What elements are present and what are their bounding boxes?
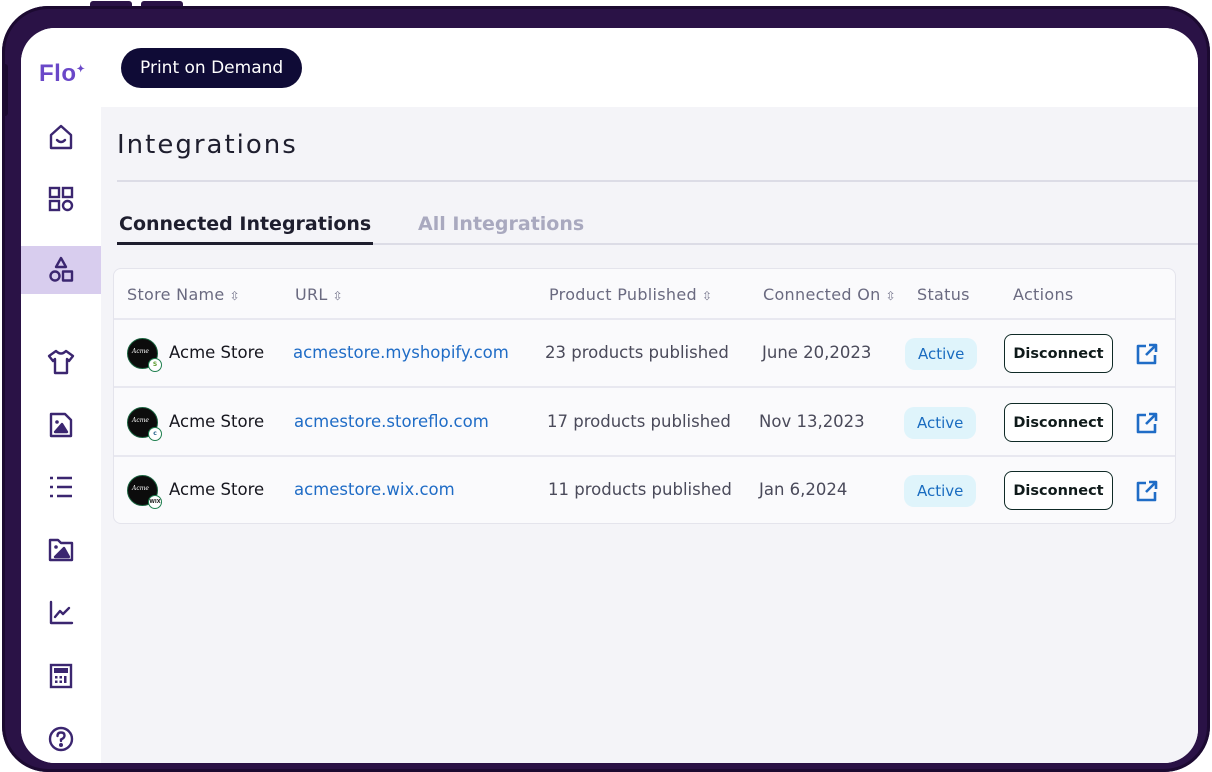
sidebar-item-integrations[interactable] xyxy=(21,246,101,294)
connected-on-date: Nov 13,2023 xyxy=(759,412,865,431)
logo[interactable]: Flo✦ xyxy=(39,60,85,88)
chart-icon xyxy=(49,600,74,625)
sort-icon: ⇳ xyxy=(332,289,344,303)
sort-icon: ⇳ xyxy=(885,289,896,303)
main-content: Integrations Connected Integrations All … xyxy=(101,107,1198,763)
column-header-actions: Actions xyxy=(1013,285,1074,304)
sidebar-item-help[interactable] xyxy=(21,715,101,763)
avatar-text: Acme xyxy=(132,417,149,424)
page-title: Integrations xyxy=(117,130,298,160)
sort-icon: ⇳ xyxy=(701,289,713,303)
list-icon xyxy=(50,476,72,498)
disconnect-button[interactable]: Disconnect xyxy=(1004,471,1113,510)
column-label: URL xyxy=(295,285,328,304)
folder-image-icon xyxy=(48,538,74,562)
external-link-icon[interactable] xyxy=(1135,479,1159,503)
sidebar-item-media[interactable] xyxy=(21,526,101,574)
status-badge: Active xyxy=(904,407,977,439)
products-published: 11 products published xyxy=(548,480,732,499)
storeflo-icon: c xyxy=(148,427,162,441)
sidebar-item-calculator[interactable] xyxy=(21,652,101,700)
avatar-text: Acme xyxy=(132,485,149,492)
external-link-icon[interactable] xyxy=(1135,342,1159,366)
column-label: Connected On xyxy=(763,285,881,304)
sidebar-item-designs[interactable] xyxy=(21,401,101,449)
column-label: Store Name xyxy=(127,285,225,304)
store-name: Acme Store xyxy=(169,343,265,362)
shapes-icon xyxy=(49,256,74,282)
store-url-link[interactable]: acmestore.myshopify.com xyxy=(293,320,509,386)
store-avatar: Acme S xyxy=(127,338,162,372)
column-header-connected-on[interactable]: Connected On ⇳ xyxy=(763,269,896,320)
sort-icon: ⇳ xyxy=(229,289,240,303)
store-name: Acme Store xyxy=(169,480,265,499)
column-header-store-name[interactable]: Store Name ⇳ xyxy=(127,269,240,320)
store-name: Acme Store xyxy=(169,412,265,431)
sidebar-item-dashboard[interactable] xyxy=(21,175,101,223)
status-badge: Active xyxy=(904,475,977,507)
connected-on-date: Jan 6,2024 xyxy=(759,480,848,499)
avatar-text: Acme xyxy=(132,348,149,355)
image-file-icon xyxy=(49,412,73,438)
help-icon xyxy=(48,726,74,752)
external-link-icon[interactable] xyxy=(1135,411,1159,435)
device-side-button xyxy=(2,64,8,116)
sidebar-item-analytics[interactable] xyxy=(21,589,101,637)
column-header-status: Status xyxy=(917,285,970,304)
table-header: Store Name ⇳ URL ⇳ Product Published ⇳ Conn… xyxy=(114,269,1175,320)
tshirt-icon xyxy=(47,349,75,375)
tab-connected-integrations[interactable]: Connected Integrations xyxy=(117,203,374,245)
wix-icon: WIX xyxy=(148,495,162,509)
connected-on-date: June 20,2023 xyxy=(762,343,872,362)
store-avatar: Acme c xyxy=(127,407,162,441)
column-header-url[interactable]: URL ⇳ xyxy=(295,269,343,320)
sidebar-item-home[interactable] xyxy=(21,113,101,161)
divider xyxy=(117,180,1198,182)
tab-all-integrations[interactable]: All Integrations xyxy=(418,203,584,245)
logo-text: Flo xyxy=(39,60,77,87)
column-header-product-published[interactable]: Product Published ⇳ xyxy=(549,269,712,320)
store-url-link[interactable]: acmestore.storeflo.com xyxy=(294,389,489,455)
disconnect-button[interactable]: Disconnect xyxy=(1004,403,1113,442)
store-avatar: Acme WIX xyxy=(127,475,162,509)
table-row: Acme S Acme Store acmestore.myshopify.com… xyxy=(114,320,1175,388)
grid-icon xyxy=(48,186,74,212)
tab-bar: Connected Integrations All Integrations xyxy=(117,203,1198,245)
sidebar-item-orders[interactable] xyxy=(21,463,101,511)
sidebar xyxy=(21,107,101,763)
shopify-icon: S xyxy=(148,358,162,372)
app-screen: Flo✦ Print on Demand Integrations Connec… xyxy=(21,28,1198,763)
products-published: 23 products published xyxy=(545,343,729,362)
sparkle-icon: ✦ xyxy=(76,64,86,75)
print-on-demand-button[interactable]: Print on Demand xyxy=(121,48,303,88)
column-label: Product Published xyxy=(549,285,697,304)
table-row: Acme c Acme Store acmestore.storeflo.com … xyxy=(114,389,1175,457)
integrations-table: Store Name ⇳ URL ⇳ Product Published ⇳ Conn… xyxy=(113,268,1176,524)
calculator-icon xyxy=(49,663,73,689)
status-badge: Active xyxy=(905,338,978,370)
store-url-link[interactable]: acmestore.wix.com xyxy=(294,457,455,523)
top-bar: Flo✦ Print on Demand xyxy=(21,28,1198,107)
sidebar-item-products[interactable] xyxy=(21,338,101,386)
products-published: 17 products published xyxy=(547,412,731,431)
device-frame: Flo✦ Print on Demand Integrations Connec… xyxy=(2,6,1210,772)
table-row: Acme WIX Acme Store acmestore.wix.com 11 … xyxy=(114,457,1175,523)
disconnect-button[interactable]: Disconnect xyxy=(1004,334,1113,373)
home-icon xyxy=(49,124,73,150)
